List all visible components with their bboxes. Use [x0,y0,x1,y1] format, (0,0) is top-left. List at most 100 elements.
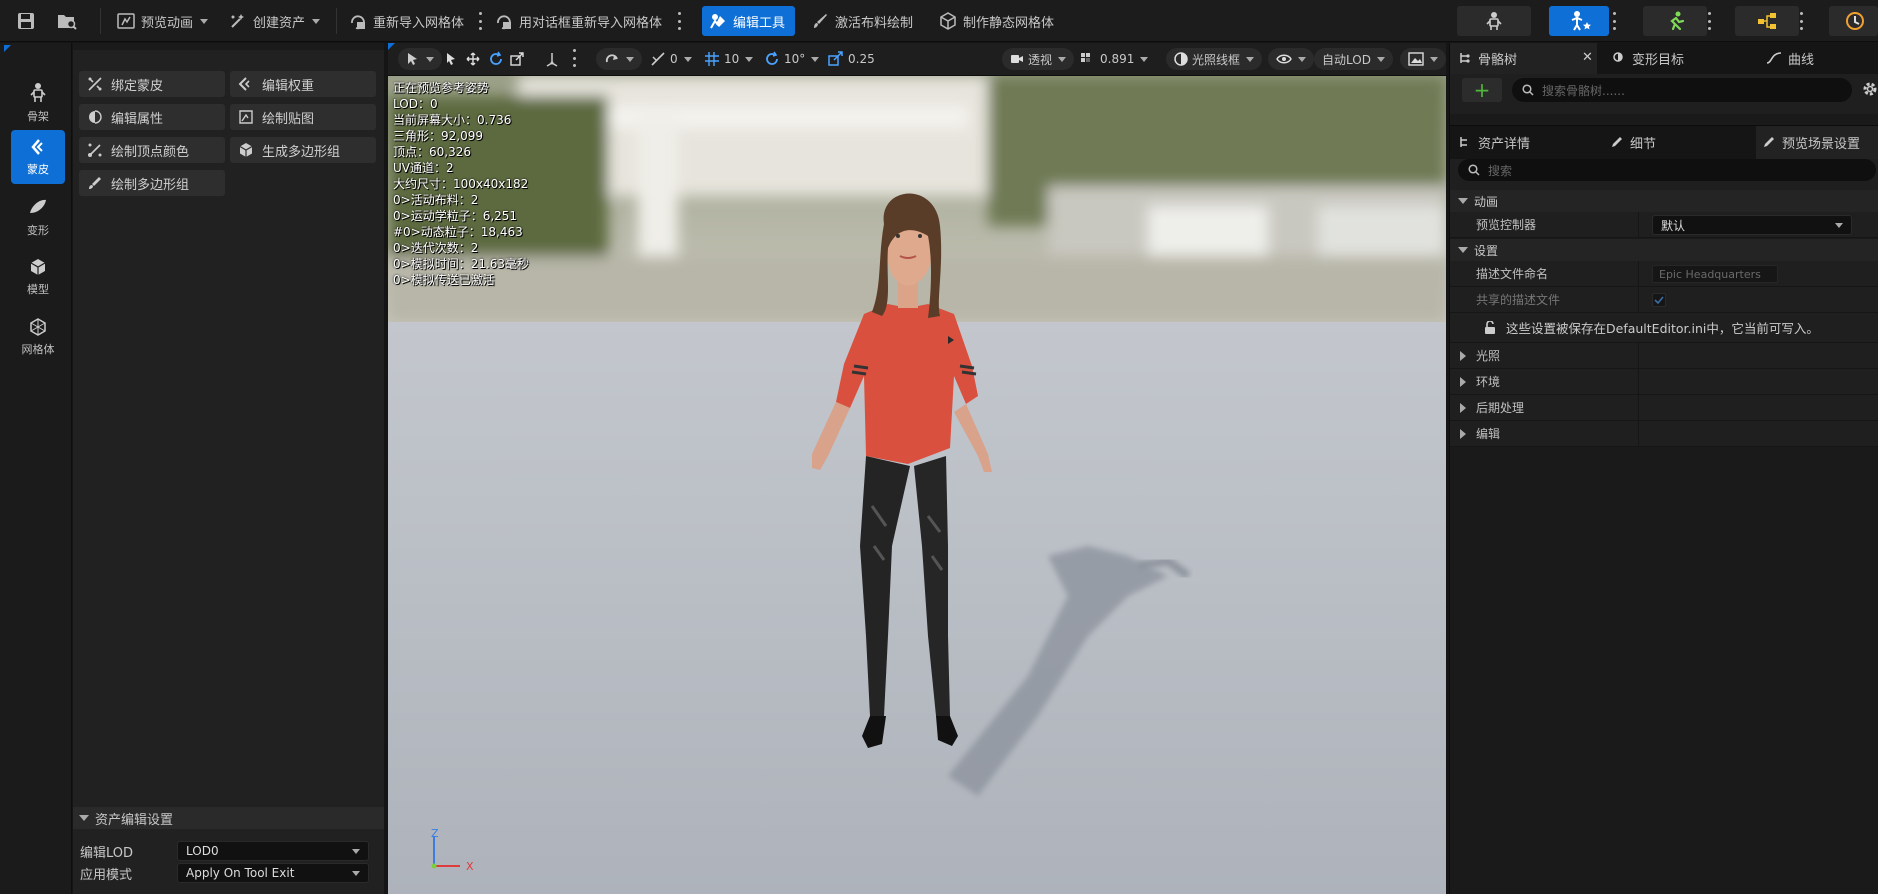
apply-mode-dropdown[interactable]: Apply On Tool Exit [177,863,369,883]
animation-options-kebab[interactable] [1707,12,1711,30]
mode-skeleton-label: 骨架 [27,110,49,123]
section-environment-label: 环境 [1476,375,1501,389]
collapsed-arrow-icon [1460,402,1466,413]
skeleton-settings-button[interactable] [1861,80,1878,101]
make-static-mesh-button[interactable]: 制作静态网格体 [932,6,1060,36]
physics-mode-button[interactable] [1829,6,1878,36]
select-mode-dropdown[interactable] [398,48,442,70]
perspective-dropdown[interactable]: 透视 [1002,48,1075,70]
rotate-tool-button[interactable] [488,48,504,70]
reimport-dialog-options-kebab[interactable] [677,12,681,30]
chevron-down-icon [1246,56,1255,62]
stat-line: UV通道：2 [393,161,454,175]
blueprint-options-kebab[interactable] [1799,12,1803,30]
translate-tool-button[interactable] [466,48,480,70]
tab-preview-scene-settings[interactable]: 预览场景设置 [1762,129,1860,155]
mode-mesh[interactable]: 网格体 [11,310,65,364]
paint-polygroups-label: 绘制多边形组 [111,177,190,193]
edit-weights-tool[interactable]: 编辑权重 [230,71,376,97]
mode-skeleton[interactable]: 骨架 [11,76,65,130]
skeletal-mesh-mode-button[interactable] [1549,6,1609,36]
apply-mode-value: Apply On Tool Exit [186,866,295,880]
skeleton-mode-button[interactable] [1457,6,1531,36]
stat-line: 当前屏幕大小：0.736 [393,113,512,127]
mode-skin[interactable]: 蒙皮 [11,130,65,184]
lit-wireframe-icon [1174,52,1188,66]
blueprint-mode-button[interactable] [1735,6,1799,36]
generate-polygroups-tool[interactable]: 生成多边形组 [230,137,376,163]
asset-edit-settings-header[interactable]: 资产编辑设置 [73,807,384,829]
expand-arrow-icon [1458,198,1468,204]
section-animation[interactable]: 动画 [1450,190,1878,212]
paint-maps-tool[interactable]: 绘制贴图 [230,104,376,130]
section-post-process[interactable]: 后期处理 [1450,395,1878,421]
shared-profile-checkbox[interactable] [1652,293,1666,307]
morph-target-icon [1613,52,1623,62]
add-bone-button[interactable]: + [1462,78,1502,102]
transform-options-kebab[interactable] [572,49,576,67]
mesh-mode-options-kebab[interactable] [1612,12,1616,30]
chevron-down-icon [352,848,360,854]
edit-tools-button[interactable]: 编辑工具 [702,6,796,36]
right-panel: 骨骼树 ✕ 变形目标 曲线 + 搜索骨骼树...... 资产详情 细节 预览场景… [1449,43,1878,894]
preview-animation-dropdown[interactable]: 预览动画 [110,6,214,36]
screen-percentage-value: 0.891 [1100,52,1135,66]
save-button[interactable] [10,6,42,36]
mode-model[interactable]: 模型 [11,250,65,304]
viewport-toolbar: 0 10 10° 0.25 透视 0.891 光照线框 自动LOD [388,43,1446,76]
create-asset-label: 创建资产 [253,15,306,31]
edit-lod-dropdown[interactable]: LOD0 [177,841,369,861]
section-edit-label: 编辑 [1476,427,1501,441]
section-lighting[interactable]: 光照 [1450,343,1878,369]
scale-snap-toggle[interactable]: 0.25 [828,48,875,70]
paint-vertex-colors-tool[interactable]: 绘制顶点颜色 [79,137,225,163]
tab-details[interactable]: 细节 [1610,129,1656,155]
shared-profile-label: 共享的描述文件 [1476,293,1561,307]
screen-percentage-control[interactable]: 0.891 [1080,48,1149,70]
skeleton-search-input[interactable]: 搜索骨骼树...... [1512,78,1852,102]
show-flags-dropdown[interactable] [1268,48,1314,70]
angle-snap-toggle[interactable]: 10° [764,48,820,70]
section-environment[interactable]: 环境 [1450,369,1878,395]
activate-cloth-paint-button[interactable]: 激活布料绘制 [804,6,919,36]
animation-mode-button[interactable] [1643,6,1707,36]
tab-curves-label: 曲线 [1788,52,1815,68]
surface-snap-dropdown[interactable] [596,48,642,70]
tab-asset-details[interactable]: 资产详情 [1458,129,1530,155]
tab-skeleton-tree[interactable]: 骨骼树 [1458,45,1517,71]
reimport-options-kebab[interactable] [478,12,482,30]
bind-skin-tool[interactable]: 绑定蒙皮 [79,71,225,97]
rotation-snap-toggle[interactable]: 0 [650,48,692,70]
paint-polygroups-tool[interactable]: 绘制多边形组 [79,170,225,196]
lod-dropdown[interactable]: 自动LOD [1314,48,1393,70]
paint-vertex-icon [88,143,102,157]
select-tool-button[interactable] [444,48,458,70]
scale-tool-button[interactable] [510,48,524,70]
edit-lod-label: 编辑LOD [80,845,134,861]
mode-deform[interactable]: 变形 [11,190,65,244]
edit-attributes-tool[interactable]: 编辑属性 [79,104,225,130]
3d-viewport[interactable]: 正在预览参考姿势 LOD：0 当前屏幕大小：0.736 三角形：92,099 顶… [388,76,1446,894]
create-asset-dropdown[interactable]: 创建资产 [222,6,326,36]
chevron-down-icon [352,870,360,876]
save-icon [18,13,34,29]
grid-snap-toggle[interactable]: 10 [704,48,754,70]
settings-info-row: 这些设置被保存在DefaultEditor.ini中，它当前可写入。 [1450,313,1878,343]
mode-skin-label: 蒙皮 [27,163,49,176]
coordinate-system-button[interactable] [544,48,560,70]
preview-controller-dropdown[interactable]: 默认 [1652,215,1852,235]
tab-curves[interactable]: 曲线 [1766,45,1814,71]
surface-snap-icon [605,54,618,63]
reimport-with-dialog-button[interactable]: 用对话框重新导入网格体 [488,6,668,36]
section-settings[interactable]: 设置 [1450,239,1878,261]
stat-line: #0>动态粒子：18,463 [393,225,523,239]
tab-morph-targets[interactable]: 变形目标 [1612,45,1684,71]
reimport-mesh-button[interactable]: 重新导入网格体 [342,6,470,36]
view-mode-dropdown[interactable]: 光照线框 [1166,48,1263,70]
viewport-layout-dropdown[interactable] [1400,48,1446,70]
browse-button[interactable] [50,6,84,36]
details-search-input[interactable]: 搜索 [1458,159,1876,181]
close-tab-icon[interactable]: ✕ [1582,50,1593,65]
section-edit[interactable]: 编辑 [1450,421,1878,447]
profile-name-input[interactable]: Epic Headquarters [1652,265,1778,283]
